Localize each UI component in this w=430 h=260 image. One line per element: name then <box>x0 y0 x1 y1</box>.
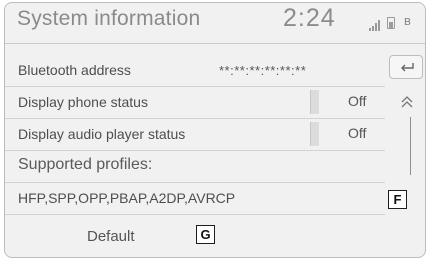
supported-profiles-label: Supported profiles: <box>18 156 153 173</box>
default-button-label: Default <box>87 228 135 245</box>
bluetooth-address-label: Bluetooth address <box>18 62 131 78</box>
toggle-indicator <box>310 90 319 114</box>
back-button[interactable] <box>389 55 423 79</box>
bluetooth-icon: ʙ <box>404 13 411 28</box>
list-item-supported-profiles-heading: Supported profiles: <box>5 151 385 183</box>
callout-g: G <box>196 225 215 244</box>
list-item-bluetooth-address: Bluetooth address **:**:**:**:**:** <box>5 55 385 87</box>
list-item-display-audio-player-status[interactable]: Display audio player status Off <box>5 119 385 151</box>
display-phone-status-toggle[interactable]: Off <box>310 90 384 114</box>
display-audio-player-status-value: Off <box>348 125 367 141</box>
system-information-screen: System information 2:24 ʙ Bluetooth addr… <box>4 2 426 258</box>
double-chevron-up-icon <box>401 96 413 108</box>
header-bar: System information 2:24 ʙ <box>5 3 425 44</box>
scroll-up-button[interactable] <box>397 93 417 111</box>
list-item-profiles: HFP,SPP,OPP,PBAP,A2DP,AVRCP <box>5 183 385 215</box>
list-item-display-phone-status[interactable]: Display phone status Off <box>5 87 385 119</box>
display-phone-status-value: Off <box>348 93 367 109</box>
display-audio-player-status-toggle[interactable]: Off <box>310 122 384 146</box>
status-icons: ʙ <box>369 13 419 31</box>
bluetooth-address-value: **:**:**:**:**:** <box>219 63 307 78</box>
display-audio-player-status-label: Display audio player status <box>18 126 186 142</box>
return-arrow-icon <box>401 63 414 72</box>
toggle-indicator <box>310 122 319 146</box>
callout-f: F <box>388 190 407 209</box>
clock: 2:24 <box>283 4 336 32</box>
profiles-value: HFP,SPP,OPP,PBAP,A2DP,AVRCP <box>18 190 236 206</box>
battery-icon <box>387 17 395 29</box>
scrollbar-track[interactable] <box>410 117 411 175</box>
display-phone-status-label: Display phone status <box>18 94 148 110</box>
page-title: System information <box>17 7 201 30</box>
